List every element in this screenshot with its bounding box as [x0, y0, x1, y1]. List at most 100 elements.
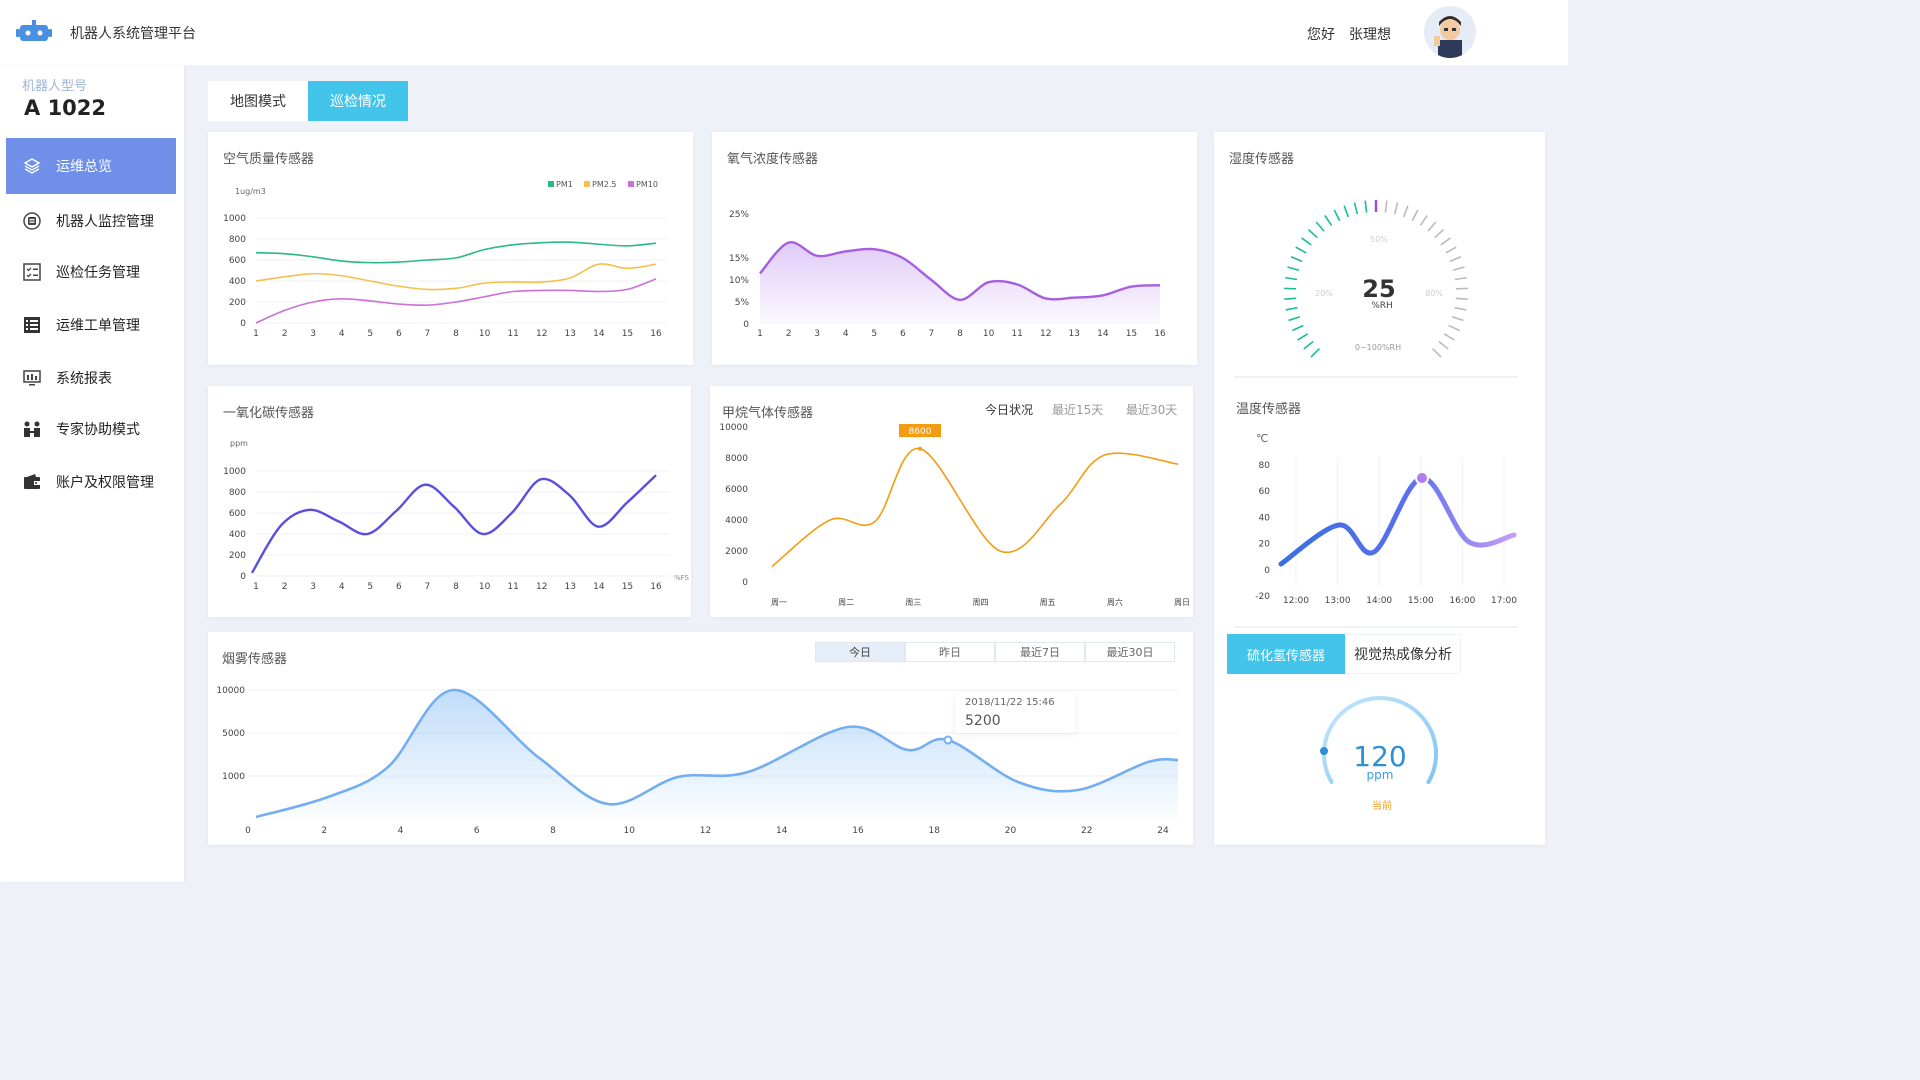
x-tick-label: 14:00 [1366, 596, 1392, 606]
sidebar-item-inspection-tasks[interactable]: 巡检任务管理 [6, 244, 176, 300]
sidebar-item-label: 专家协助模式 [56, 422, 140, 438]
h2s-unit: ppm [1367, 768, 1394, 782]
gauge-tick [1455, 297, 1468, 301]
gauge-tick [1315, 221, 1325, 232]
sidebar-item-expert-assist[interactable]: 专家协助模式 [6, 401, 176, 457]
gauge-tick [1353, 202, 1359, 215]
avatar[interactable] [1424, 6, 1476, 58]
sidebar-item-overview[interactable]: 运维总览 [6, 138, 176, 194]
x-tick-label: 4 [339, 582, 345, 592]
gauge-tick [1287, 266, 1300, 272]
environment-card: 湿度传感器 25 %RH 20% 50% 80% 0~100%RH 温度传感器 … [1214, 132, 1545, 845]
y-tick-label: 0 [743, 320, 749, 330]
x-tick-label: 2 [321, 826, 327, 836]
y-tick-label: 25% [729, 210, 749, 220]
x-tick-label: 周二 [838, 598, 854, 607]
gauge-tick [1343, 205, 1350, 218]
legend-label: PM10 [636, 180, 658, 189]
temperature-title: 温度传感器 [1236, 401, 1301, 417]
co-line [250, 474, 657, 574]
x-tick-label: 16 [1154, 329, 1166, 339]
x-tick-label: 12 [536, 329, 547, 339]
gauge-tick [1288, 315, 1301, 322]
x-tick-label: 1 [253, 582, 259, 592]
sidebar-item-accounts[interactable]: 账户及权限管理 [6, 454, 176, 510]
sidebar-item-work-orders[interactable]: 运维工单管理 [6, 297, 176, 353]
oxygen-area [760, 242, 1160, 324]
x-tick-label: 15:00 [1408, 596, 1434, 606]
user-name[interactable]: 张理想 [1349, 24, 1391, 44]
x-tick-label: 11 [507, 329, 518, 339]
tab-thermal-analysis[interactable]: 视觉热成像分析 [1345, 634, 1461, 674]
oxygen-chart: 05%10%15%25%1 2 3 4 5 6 7 8 10 11 12 13 14 15 16 [729, 210, 1166, 339]
y-tick-label: 10000 [719, 423, 748, 433]
x-tick-label: 周三 [905, 598, 921, 607]
gauge-tick [1452, 266, 1465, 272]
x-tick-label: 11 [507, 582, 518, 592]
gauge-tick [1443, 333, 1455, 341]
gauge-tick [1333, 209, 1341, 222]
x-tick-label: 15 [622, 582, 633, 592]
y-tick-label: 1000 [222, 772, 245, 782]
gauge-tick [1438, 340, 1449, 350]
gauge-tick [1290, 256, 1303, 263]
gauge-tick [1454, 306, 1467, 311]
x-tick-label: 12 [536, 582, 547, 592]
x-tick-label: 周五 [1040, 598, 1056, 607]
sidebar-item-reports[interactable]: 系统报表 [6, 350, 176, 406]
gauge-tick [1451, 315, 1464, 322]
x-tick-label: 13:00 [1325, 596, 1351, 606]
sidebar-item-label: 系统报表 [56, 371, 112, 387]
x-tick-label: 周一 [771, 598, 787, 607]
view-tabs: 地图模式 巡检情况 [208, 81, 408, 121]
y-tick-label: 600 [229, 509, 246, 519]
x-tick-label: 4 [843, 329, 849, 339]
y-tick-label: 0 [742, 578, 748, 588]
gauge-tick [1310, 348, 1320, 358]
series-line-pm25 [255, 263, 657, 291]
gauge-tick [1411, 209, 1419, 222]
y-tick-label: 10% [729, 276, 749, 286]
y-tick-label: -20 [1255, 592, 1270, 602]
x-tick-label: 13 [565, 582, 576, 592]
y-tick-label: 200 [229, 298, 246, 308]
gauge-tick [1303, 340, 1314, 350]
x-tick-label: 22 [1081, 826, 1092, 836]
gauge-tick-label: 50% [1370, 235, 1388, 244]
gauge-tick [1292, 324, 1304, 332]
x-tick-label: 8 [453, 582, 459, 592]
tab-h2s-sensor[interactable]: 硫化氢传感器 [1227, 634, 1345, 674]
x-unit-label: %FS [674, 574, 690, 582]
y-tick-label: 80 [1259, 461, 1271, 471]
tab-inspection[interactable]: 巡检情况 [308, 81, 408, 121]
x-tick-label: 12:00 [1283, 596, 1309, 606]
y-tick-label: 0 [240, 319, 246, 329]
x-tick-label: 5 [871, 329, 877, 339]
temperature-unit: ℃ [1256, 432, 1268, 445]
x-tick-label: 16 [650, 582, 662, 592]
x-tick-label: 7 [425, 582, 431, 592]
x-tick-label: 周六 [1107, 597, 1123, 607]
layers-icon [22, 156, 42, 176]
y-tick-label: 5% [735, 298, 750, 308]
y-tick-label: 4000 [725, 516, 748, 526]
x-tick-label: 10 [479, 329, 491, 339]
x-tick-label: 16 [650, 329, 662, 339]
series-line-pm10 [255, 278, 657, 324]
y-tick-label: 40 [1259, 513, 1271, 523]
x-tick-label: 5 [367, 329, 373, 339]
air-quality-card: 空气质量传感器 1ug/m3 PM1 PM2.5 PM10 0 200 400 600… [208, 132, 693, 365]
x-tick-label: 5 [367, 582, 373, 592]
tab-map-mode[interactable]: 地图模式 [208, 81, 308, 121]
x-tick-label: 8 [957, 329, 963, 339]
sidebar-item-label: 机器人监控管理 [56, 214, 154, 230]
y-tick-label: 15% [729, 254, 749, 264]
x-tick-label: 12 [700, 826, 711, 836]
x-tick-label: 14 [593, 582, 605, 592]
humidity-value: 25 [1362, 275, 1395, 303]
smoke-card: 烟雾传感器 今日 昨日 最近7日 最近30日 1000 5000 10000 0 2 4 6… [208, 632, 1193, 845]
smoke-chart: 10005000100000 2 4 6 8 10 12 14 16 18 20 22 24 [216, 686, 1179, 836]
x-tick-label: 7 [929, 329, 935, 339]
tooltip-point [943, 735, 953, 745]
sidebar-item-robot-monitor[interactable]: 机器人监控管理 [6, 193, 176, 249]
